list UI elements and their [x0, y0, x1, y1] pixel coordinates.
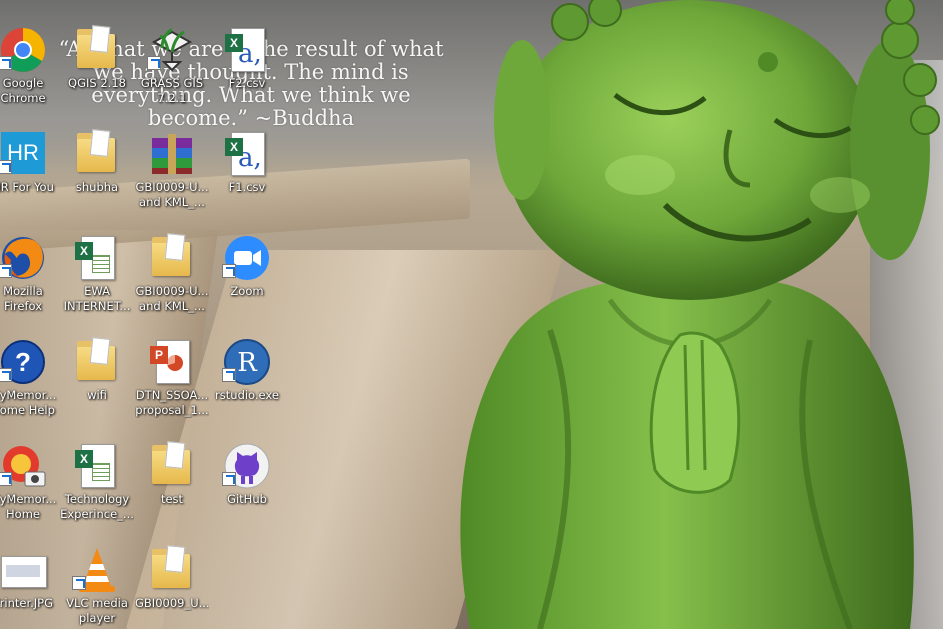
desktop-icon-printer-jpg[interactable]: Printer.JPG — [0, 528, 60, 626]
desktop-icon-mymemories-help[interactable]: ? MyMemor... Home Help — [0, 320, 60, 418]
desktop-icon-github[interactable]: GitHub — [210, 424, 284, 522]
desktop-icon-grass-gis[interactable]: GRASS GIS 7.2.1 — [135, 8, 209, 106]
desktop-icon-vlc-media-player[interactable]: VLC media player — [60, 528, 134, 626]
icon-label: Printer.JPG — [0, 596, 54, 610]
excel-badge: X — [225, 34, 243, 52]
icon-label: Zoom — [230, 284, 264, 298]
desktop-icon-shubha[interactable]: shubha — [60, 112, 134, 210]
desktop[interactable]: “All that we are is the result of what w… — [0, 0, 943, 629]
desktop-icon-gbi-folder-2[interactable]: GBI0009_U... — [135, 528, 209, 626]
icon-label: Technology Experince_... — [60, 492, 134, 521]
winrar-icon — [148, 130, 196, 178]
desktop-icon-gbi-archive[interactable]: GBI0009-U... and KML_... — [135, 112, 209, 210]
icon-label: DTN_SSOA... proposal_1... — [135, 388, 209, 417]
buddha-statue-image — [460, 0, 940, 629]
icon-label: GBI0009-U... and KML_... — [135, 180, 209, 209]
excel-badge: X — [225, 138, 243, 156]
desktop-icon-google-chrome[interactable]: Google Chrome — [0, 8, 60, 106]
image-file-icon — [0, 546, 47, 594]
folder-icon — [73, 337, 121, 386]
svg-text:R: R — [237, 348, 258, 378]
icon-label: GRASS GIS 7.2.1 — [140, 76, 204, 105]
desktop-icon-zoom[interactable]: Zoom — [210, 216, 284, 314]
desktop-icon-dtn-proposal[interactable]: P DTN_SSOA... proposal_1... — [135, 320, 209, 418]
shortcut-arrow-icon — [0, 264, 12, 278]
icon-label: GBI0009-U... and KML_... — [135, 284, 209, 313]
shortcut-arrow-icon — [0, 56, 12, 70]
folder-icon — [148, 545, 196, 594]
shortcut-arrow-icon — [0, 472, 12, 486]
desktop-icon-gbi-folder[interactable]: GBI0009-U... and KML_... — [135, 216, 209, 314]
icon-label: MyMemor... Home — [0, 492, 57, 521]
svg-text:?: ? — [15, 347, 31, 377]
desktop-icon-qgis[interactable]: QGIS 2.18 — [60, 8, 134, 106]
excel-badge: X — [75, 450, 93, 468]
icon-label: Google Chrome — [0, 76, 46, 105]
icon-label: F1.csv — [228, 180, 266, 194]
icon-label: test — [160, 492, 184, 506]
icon-label: HR For You — [0, 180, 54, 194]
desktop-icon-ewa-internet[interactable]: X EWA INTERNET... — [60, 216, 134, 314]
excel-badge: X — [75, 242, 93, 260]
icon-label: wifi — [87, 388, 107, 402]
desktop-icon-rstudio[interactable]: R rstudio.exe — [210, 320, 284, 418]
desktop-icon-technology-experince[interactable]: X Technology Experince_... — [60, 424, 134, 522]
powerpoint-file-icon: P — [148, 338, 196, 386]
folder-icon — [148, 233, 196, 282]
powerpoint-badge: P — [150, 346, 168, 364]
shortcut-arrow-icon — [72, 576, 86, 590]
shortcut-arrow-icon — [0, 368, 12, 382]
desktop-icon-test[interactable]: test — [135, 424, 209, 522]
desktop-icon-mozilla-firefox[interactable]: Mozilla Firefox — [0, 216, 60, 314]
desktop-icon-hr-for-you[interactable]: HR HR For You — [0, 112, 60, 210]
icon-label: EWA INTERNET... — [63, 284, 131, 313]
icon-label: shubha — [75, 180, 119, 194]
folder-icon — [73, 129, 121, 178]
desktop-icon-f2-csv[interactable]: a, X F2.csv — [210, 8, 284, 106]
csv-file-icon: a, X — [223, 130, 271, 178]
icon-label: GBI0009_U... — [135, 596, 209, 610]
icon-label: GitHub — [227, 492, 267, 506]
shortcut-arrow-icon — [222, 472, 236, 486]
icon-label: QGIS 2.18 — [68, 76, 126, 90]
folder-icon — [73, 25, 121, 74]
csv-file-icon: a, X — [223, 26, 271, 74]
desktop-icon-wifi[interactable]: wifi — [60, 320, 134, 418]
shortcut-arrow-icon — [147, 56, 161, 70]
desktop-icon-mymemories-home[interactable]: MyMemor... Home — [0, 424, 60, 522]
shortcut-arrow-icon — [0, 160, 12, 174]
shortcut-arrow-icon — [222, 368, 236, 382]
desktop-icon-f1-csv[interactable]: a, X F1.csv — [210, 112, 284, 210]
icon-label: rstudio.exe — [215, 388, 279, 402]
icon-label: VLC media player — [66, 596, 128, 625]
folder-icon — [148, 441, 196, 490]
excel-file-icon: X — [73, 234, 121, 282]
icon-label: Mozilla Firefox — [3, 284, 43, 313]
icon-label: F2.csv — [228, 76, 266, 90]
shortcut-arrow-icon — [222, 264, 236, 278]
icon-label: MyMemor... Home Help — [0, 388, 57, 417]
excel-file-icon: X — [73, 442, 121, 490]
